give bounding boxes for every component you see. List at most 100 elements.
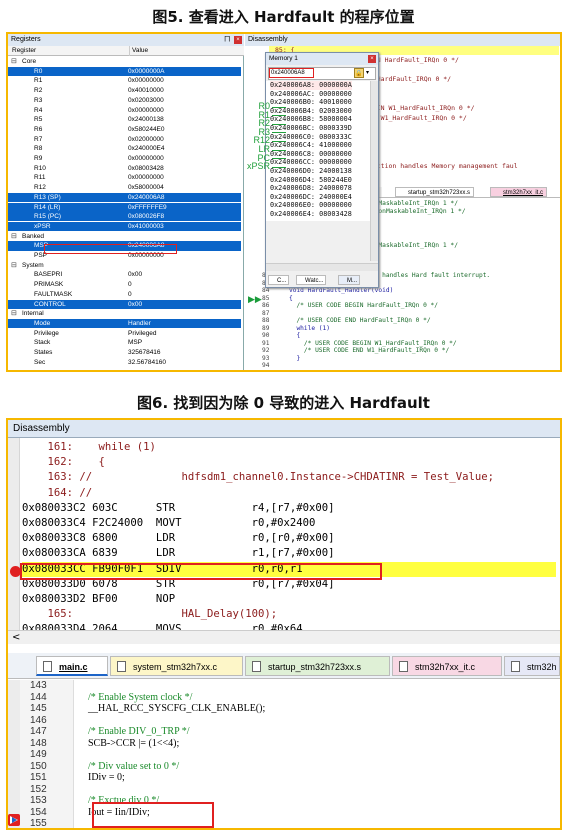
tab-stm32h7xx-it[interactable]: stm32h7xx_it.c xyxy=(392,656,502,676)
tree-toggle-icon[interactable]: ⊟ xyxy=(11,57,17,66)
register-name: R12 xyxy=(34,184,46,192)
register-name: Privilege xyxy=(34,329,59,337)
memory-title-bar: Memory 1 × xyxy=(266,53,378,65)
label-connector-line xyxy=(272,115,286,117)
tab-startup-stm32h723xx[interactable]: startup_stm32h723xx.s xyxy=(245,656,390,676)
line-text: /* Enable System clock */ xyxy=(78,691,193,703)
register-row[interactable]: Stack MSP xyxy=(8,338,241,347)
f6-hscroll[interactable]: < xyxy=(8,630,560,644)
tree-toggle-icon[interactable]: ⊟ xyxy=(11,261,17,270)
register-row[interactable]: CONTROL 0x00 xyxy=(8,299,241,309)
line-number: 89 xyxy=(262,324,270,332)
tab-main-c[interactable]: main.c xyxy=(36,656,108,676)
line-number: 145 xyxy=(30,703,47,714)
register-row[interactable]: R2 0x40010000 xyxy=(8,86,241,95)
figure-5-caption: 图5. 查看进入 Hardfault 的程序位置 xyxy=(152,8,415,26)
memory-vscroll[interactable] xyxy=(370,81,378,261)
register-row[interactable]: R11 0x00000000 xyxy=(8,173,241,182)
line-text: { xyxy=(289,332,301,339)
tab-stm32h7xx-it[interactable]: stm32h7xx_it.c xyxy=(490,187,548,197)
pin-icon[interactable]: ⨅ xyxy=(224,34,230,46)
tab-label: stm32h xyxy=(527,662,557,672)
tree-toggle-icon[interactable]: ⊟ xyxy=(11,309,17,318)
register-row[interactable]: R4 0x00000000 xyxy=(8,106,241,115)
tab-label: system_stm32h7xx.c xyxy=(133,662,218,672)
line-text: /* Enable DIV_0_TRP */ xyxy=(78,726,190,737)
register-row[interactable]: R15 (PC) 0x080026F8 xyxy=(8,212,241,222)
register-name: R9 xyxy=(34,155,43,162)
register-value: 0x240000E4 xyxy=(128,145,165,153)
register-value: 0x00000000 xyxy=(128,155,164,162)
register-row[interactable]: PRIMASK 0 xyxy=(8,280,241,289)
register-value: 0x580244E0 xyxy=(128,125,165,133)
register-row[interactable]: R0 0x0000000A xyxy=(8,66,241,76)
line-text: /* USER CODE END W1_HardFault_IRQn 0 */ xyxy=(289,347,450,354)
register-row[interactable]: States 325678416 xyxy=(8,348,241,357)
register-row[interactable]: Sec 32.56784160 xyxy=(8,358,241,367)
register-row[interactable]: xPSR 0x41000003 xyxy=(8,221,241,232)
register-row[interactable]: Privilege Privileged xyxy=(8,329,241,338)
register-value: 0x00000000 xyxy=(128,174,164,182)
tab-watch[interactable]: Watc... xyxy=(296,275,327,285)
memory-close-icon[interactable]: × xyxy=(368,55,376,63)
line-number: 85 xyxy=(262,294,270,302)
register-row[interactable]: R9 0x00000000 xyxy=(8,154,241,163)
line-number: 90 xyxy=(262,332,270,339)
register-row[interactable]: BASEPRI 0x00 xyxy=(8,270,241,279)
register-row[interactable]: R7 0x02000000 xyxy=(8,135,241,144)
close-icon[interactable]: × xyxy=(234,36,242,44)
tree-toggle-icon[interactable]: ⊟ xyxy=(11,232,17,241)
register-name: CONTROL xyxy=(34,300,66,308)
register-value: 0x40010000 xyxy=(128,87,164,95)
tab-stm32h-more[interactable]: stm32h xyxy=(504,656,560,676)
memory-scroll-down-icon[interactable]: ▾ xyxy=(366,68,374,78)
memory-bottom-tabs: C... Watc... M... xyxy=(266,273,378,287)
register-group[interactable]: ⊟ Core xyxy=(8,57,241,66)
line-text: while (1) xyxy=(289,324,330,332)
editor-line: 150 /* Div value set to 0 */ xyxy=(8,761,560,772)
register-row[interactable]: R10 0x08003428 xyxy=(8,164,241,173)
line-number: 93 xyxy=(262,354,270,362)
editor-line: 152 xyxy=(8,784,560,795)
register-name: R4 xyxy=(34,106,43,114)
memory-hscroll[interactable] xyxy=(266,263,378,271)
tab-memory[interactable]: M... xyxy=(338,275,360,285)
col-value: Value xyxy=(129,46,148,56)
disassembly-line: 161: while (1) xyxy=(22,441,156,453)
register-row[interactable]: FAULTMASK 0 xyxy=(8,290,241,299)
lock-icon[interactable]: 🔒 xyxy=(354,68,364,78)
line-number: 84 xyxy=(262,287,270,294)
disassembly-line: END W1_HardFault_IRQn 0 */ xyxy=(365,113,467,122)
disassembly-title: Disassembly xyxy=(245,34,560,46)
register-row[interactable]: R5 0x24000138 xyxy=(8,115,241,124)
address-input[interactable]: 0x240006A8 xyxy=(269,68,314,78)
register-row[interactable]: R3 0x02003000 xyxy=(8,96,241,105)
tab-system-stm32h7xx[interactable]: system_stm32h7xx.c xyxy=(110,656,243,676)
disassembly-line: 162: { xyxy=(22,456,105,469)
tab-startup[interactable]: startup_stm32h723xx.s xyxy=(395,187,475,197)
register-row[interactable]: R1 0x00000000 xyxy=(8,76,241,85)
register-row[interactable]: R6 0x580244E0 xyxy=(8,125,241,134)
register-group[interactable]: ⊟ Banked xyxy=(8,232,241,241)
register-name: R11 xyxy=(34,174,46,182)
chevron-left-icon[interactable]: < xyxy=(12,631,20,645)
tab-call-stack[interactable]: C... xyxy=(268,275,290,285)
register-name: PRIMASK xyxy=(34,281,64,289)
col-register: Register xyxy=(12,47,37,54)
register-row[interactable]: Mode Handler xyxy=(8,318,241,329)
register-row[interactable]: R8 0x240000E4 xyxy=(8,144,241,153)
register-name: FAULTMASK xyxy=(34,290,73,298)
register-row[interactable]: R13 (SP) 0x240006A8 xyxy=(8,192,241,203)
breakpoint-icon[interactable] xyxy=(10,566,21,577)
register-group[interactable]: ⊟ Internal xyxy=(8,309,241,318)
register-row[interactable]: R14 (LR) 0xFFFFFFE9 xyxy=(8,202,241,212)
register-value: 0x00000000 xyxy=(128,77,164,85)
line-text: SCB->CCR |= (1<<4); xyxy=(78,737,180,749)
editor-lines: 143 144 /* Enable System clock */145 __HA… xyxy=(8,680,560,828)
nmi-lines: NonMaskableInt_IRQn 1 */N NonMaskableInt… xyxy=(367,200,560,260)
file-icon xyxy=(117,661,126,672)
register-row[interactable]: R12 0x58000004 xyxy=(8,183,241,192)
line-number: 147 xyxy=(30,726,47,737)
line-number: 146 xyxy=(30,714,47,726)
register-group[interactable]: ⊟ System xyxy=(8,261,241,270)
